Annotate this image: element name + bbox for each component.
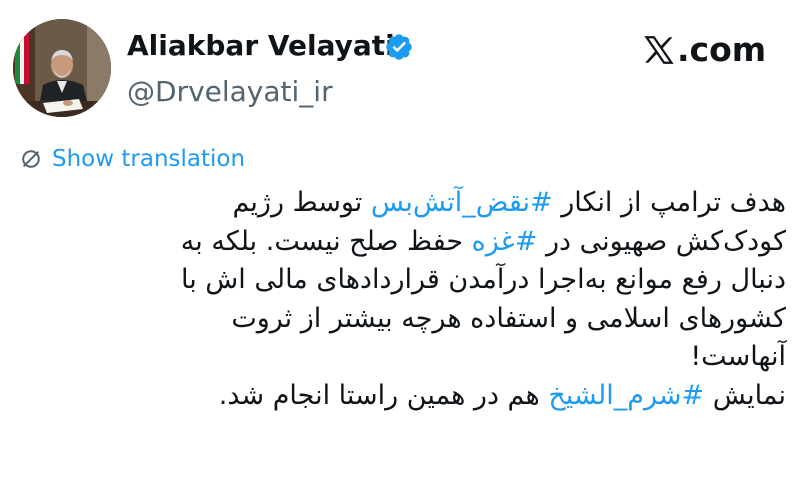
tweet-line: دنبال رفع موانع به‌اجرا درآمدن قراردادها…	[180, 264, 786, 295]
tweet-line: هدف ترامپ از انکار #نقض_آتش‌بس توسط رژیم	[86, 184, 786, 223]
tweet-line: کودک‌کش صهیونی در #غزه حفظ صلح نیست. بلک…	[86, 223, 786, 262]
translate-globe-icon	[22, 150, 40, 168]
tweet-text-segment: هدف ترامپ از انکار	[552, 187, 786, 218]
x-logo-icon	[644, 36, 674, 64]
avatar[interactable]	[13, 19, 111, 117]
site-label: .com	[642, 28, 766, 72]
tweet-text-segment: کودک‌کش صهیونی در	[537, 225, 786, 257]
tweet-text-segment: توسط رژیم	[232, 187, 371, 218]
tweet-card: Aliakbar Velayati @Drvelayati_ir .com Sh…	[0, 0, 800, 503]
tweet-line: نمایش #شرم_الشیخ هم در همین راستا انجام …	[86, 377, 786, 416]
show-translation-button[interactable]: Show translation	[20, 144, 245, 174]
tweet-line: کشورهای اسلامی و استفاده هرچه بیشتر از ث…	[231, 302, 786, 334]
tweet-text-segment: نمایش	[704, 379, 786, 411]
user-handle[interactable]: @Drvelayati_ir	[127, 72, 333, 112]
tweet-text-segment: حفظ صلح نیست. بلکه به	[180, 225, 472, 257]
tweet-text: هدف ترامپ از انکار #نقض_آتش‌بس توسط رژیم…	[86, 184, 786, 415]
hashtag-link[interactable]: #نقض_آتش‌بس	[371, 187, 553, 218]
tweet-line: آنهاست!	[690, 341, 786, 372]
site-domain: .com	[677, 30, 767, 69]
tweet-text-segment: هم در همین راستا انجام شد.	[218, 379, 549, 411]
hashtag-link[interactable]: #شرم_الشیخ	[548, 380, 704, 411]
profile-photo	[13, 19, 111, 117]
hashtag-link[interactable]: #غزه	[472, 226, 538, 257]
verified-badge-icon	[386, 34, 412, 60]
display-name[interactable]: Aliakbar Velayati	[127, 26, 395, 66]
show-translation-label: Show translation	[52, 146, 246, 172]
